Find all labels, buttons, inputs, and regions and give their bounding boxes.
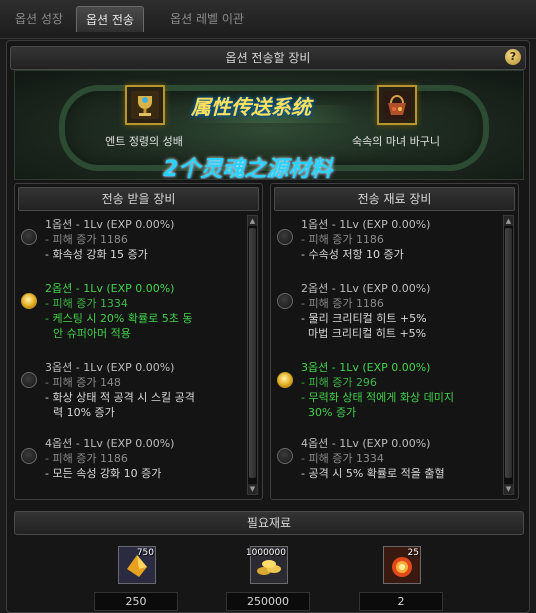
option-header: 2옵션 - 1Lv (EXP 0.00%): [301, 282, 431, 295]
option-header: 4옵션 - 1Lv (EXP 0.00%): [301, 437, 431, 450]
tab-bar: 옵션 성장 옵션 전송 옵션 레벨 이관: [0, 0, 536, 39]
radio-button-selected[interactable]: [277, 372, 293, 388]
option-header: 2옵션 - 1Lv (EXP 0.00%): [45, 282, 175, 295]
radio-button[interactable]: [277, 229, 293, 245]
option-header: 4옵션 - 1Lv (EXP 0.00%): [45, 437, 175, 450]
scroll-down-arrow-icon[interactable]: ▼: [248, 484, 257, 494]
option-line: - 피해 증가 1186: [301, 233, 384, 246]
scroll-up-arrow-icon[interactable]: ▲: [248, 216, 257, 226]
source-item-name: 엔트 정령의 성배: [105, 135, 183, 148]
scrollbar[interactable]: ▲ ▼: [503, 215, 514, 495]
panel-title: 전송 재료 장비: [274, 187, 515, 211]
material-amount: 250: [94, 592, 178, 611]
source-item-slot[interactable]: [125, 85, 165, 125]
receive-equipment-panel: 전송 받을 장비 1옵션 - 1Lv (EXP 0.00%) - 피해 증가 1…: [14, 183, 263, 500]
option-line: - 모든 속성 강화 10 증가: [45, 467, 162, 480]
radio-button[interactable]: [21, 372, 37, 388]
option-line: - 수속성 저항 10 증가: [301, 248, 404, 261]
option-line: - 무력화 상태 적에게 화상 데미지: [301, 391, 455, 404]
option-line: - 피해 증가 296: [301, 376, 377, 389]
target-item-slot[interactable]: [377, 85, 417, 125]
material-equipment-panel: 전송 재료 장비 1옵션 - 1Lv (EXP 0.00%) - 피해 증가 1…: [270, 183, 519, 500]
question-icon[interactable]: ?: [505, 49, 521, 65]
scrollbar[interactable]: ▲ ▼: [247, 215, 258, 495]
radio-button[interactable]: [21, 448, 37, 464]
section-title: 옵션 전송할 장비: [225, 51, 311, 65]
basket-icon: [383, 91, 411, 119]
radio-button[interactable]: [21, 229, 37, 245]
chalice-icon: [131, 91, 159, 119]
scroll-thumb[interactable]: [505, 228, 512, 478]
material-count-badge: 750: [136, 548, 154, 558]
required-materials-header: 필요재료: [14, 511, 524, 535]
option-header: 1옵션 - 1Lv (EXP 0.00%): [45, 218, 175, 231]
scroll-thumb[interactable]: [249, 228, 256, 478]
overlay-title: 属性传送系统: [191, 95, 311, 119]
option-line: 력 10% 증가: [53, 406, 115, 419]
option-line: - 화속성 강화 15 증가: [45, 248, 148, 261]
material-amount: 2: [359, 592, 443, 611]
section-header: 옵션 전송할 장비 ?: [10, 46, 526, 70]
option-header: 3옵션 - 1Lv (EXP 0.00%): [301, 361, 431, 374]
radio-button[interactable]: [277, 293, 293, 309]
option-line: - 공격 시 5% 확률로 적을 출혈: [301, 467, 445, 480]
material-count-badge: 25: [407, 548, 419, 558]
material-amount: 250000: [226, 592, 310, 611]
option-line: - 물리 크리티컬 히트 +5%: [301, 312, 427, 325]
overlay-subtitle: 2个灵魂之源材料: [163, 157, 333, 180]
tab-option-transfer[interactable]: 옵션 전송: [76, 6, 144, 32]
option-line: - 피해 증가 1186: [45, 233, 128, 246]
option-line: - 피해 증가 1334: [301, 452, 384, 465]
material-slot-crystal[interactable]: 750: [118, 546, 156, 584]
panel-title: 전송 받을 장비: [18, 187, 259, 211]
material-count-badge: 1000000: [245, 548, 286, 558]
tab-option-level-transfer[interactable]: 옵션 레벨 이관: [152, 6, 262, 32]
target-item-name: 숙속의 마녀 바구니: [352, 135, 440, 148]
tab-option-growth[interactable]: 옵션 성장: [6, 6, 72, 32]
option-line: - 피해 증가 1186: [301, 297, 384, 310]
option-header: 1옵션 - 1Lv (EXP 0.00%): [301, 218, 431, 231]
scroll-down-arrow-icon[interactable]: ▼: [504, 484, 513, 494]
option-line: - 케스팅 시 20% 확률로 5초 동: [45, 312, 193, 325]
option-line: 30% 증가: [301, 406, 357, 419]
material-slot-coins[interactable]: 1000000: [246, 546, 288, 584]
material-slot-fire[interactable]: 25: [383, 546, 421, 584]
scroll-up-arrow-icon[interactable]: ▲: [504, 216, 513, 226]
option-line: - 피해 증가 1334: [45, 297, 128, 310]
radio-button-selected[interactable]: [21, 293, 37, 309]
option-line: 마법 크리티컬 히트 +5%: [301, 327, 427, 340]
transfer-banner: 엔트 정령의 성배 숙속의 마녀 바구니 属性传送系统 2个灵魂之源材料: [14, 70, 524, 180]
radio-button[interactable]: [277, 448, 293, 464]
option-header: 3옵션 - 1Lv (EXP 0.00%): [45, 361, 175, 374]
option-line: - 피해 증가 1186: [45, 452, 128, 465]
option-line: - 피해 증가 148: [45, 376, 121, 389]
option-line: 안 슈퍼아머 적용: [53, 327, 131, 340]
option-line: - 화상 상태 적 공격 시 스킬 공격: [45, 391, 195, 404]
